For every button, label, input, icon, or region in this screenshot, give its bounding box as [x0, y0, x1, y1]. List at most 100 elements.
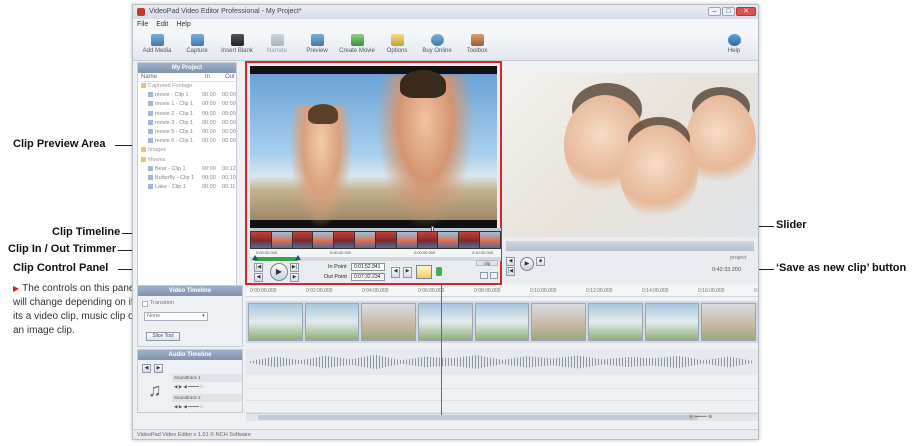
- in-point-field[interactable]: 0:01:52.841: [351, 263, 385, 271]
- clip-in-out-trimmer[interactable]: [250, 255, 501, 261]
- column-name[interactable]: Name: [141, 73, 205, 81]
- project-item-name-text: Bear - Clip 1: [155, 165, 186, 172]
- insert-blank-icon: [230, 34, 244, 46]
- clip-play-button[interactable]: ▶: [270, 263, 288, 281]
- zoom-in-icon[interactable]: [480, 272, 488, 279]
- timeline-clip[interactable]: [361, 303, 417, 341]
- timeline-clip[interactable]: [701, 303, 757, 341]
- clip-ruler-tick: 0:40:00.000: [472, 250, 494, 255]
- audio-prev-button[interactable]: ◀: [142, 364, 151, 373]
- column-out[interactable]: Out: [225, 73, 235, 81]
- video-track[interactable]: [246, 301, 758, 343]
- prev-frame-button[interactable]: ◀: [254, 273, 263, 282]
- timeline-scroll-thumb[interactable]: [258, 415, 698, 420]
- audio-next-button[interactable]: ▶: [154, 364, 163, 373]
- set-out-button[interactable]: ▶|: [290, 263, 299, 272]
- in-point-marker-icon[interactable]: [252, 255, 258, 260]
- minimize-button[interactable]: –: [708, 7, 721, 16]
- callout-note-text: The controls on this panel will change d…: [13, 283, 137, 336]
- project-item-name: movie 6 - Clip 1: [138, 137, 202, 146]
- timeline-clip[interactable]: [248, 303, 303, 341]
- transition-checkbox[interactable]: [142, 301, 148, 307]
- project-item-in: [202, 156, 222, 165]
- out-point-field[interactable]: 0:07:32.234: [351, 273, 385, 281]
- project-stop-button[interactable]: ■: [536, 257, 545, 266]
- project-prev-button[interactable]: ◀: [506, 257, 515, 266]
- timeline-clip[interactable]: [474, 303, 530, 341]
- clip-ruler-tick: 0:00:00.000: [330, 250, 352, 255]
- project-item-name: Movies: [138, 156, 202, 165]
- soundtrack-2-controls[interactable]: ◀ ▶ ◀ ━━━━ ○: [172, 403, 242, 411]
- clip-ruler: 0:00:00.000 0:00:00.000 0:00:00.000 0:40…: [250, 249, 501, 257]
- video-timeline-title: Video Timeline: [138, 286, 242, 296]
- help-label: Help: [727, 48, 741, 54]
- toolbox-button[interactable]: Toolbox: [457, 31, 497, 61]
- project-item-name-text: movie 2 - Clip 1: [155, 110, 194, 117]
- timeline-clip[interactable]: [418, 303, 473, 341]
- out-point-marker-icon[interactable]: [295, 255, 301, 260]
- soundtrack-1-controls[interactable]: ◀ ▶ ◀ ━━━━ ○: [172, 383, 242, 391]
- step-forward-button[interactable]: ▶: [403, 267, 412, 278]
- help-button[interactable]: Help: [714, 31, 754, 61]
- timeline-clip[interactable]: [531, 303, 587, 341]
- save-as-new-clip-button[interactable]: [416, 265, 432, 279]
- timeline-ruler-tick: 0:18:00.000: [754, 288, 759, 294]
- audio-track[interactable]: [246, 349, 758, 375]
- timeline-clip[interactable]: [644, 303, 700, 341]
- project-play-button[interactable]: ▶: [520, 257, 534, 271]
- project-tab-label[interactable]: project: [730, 255, 747, 261]
- capture-icon: [190, 34, 204, 46]
- soundtrack-1-label[interactable]: Soundtrack 1: [172, 374, 242, 382]
- step-back-button[interactable]: ◀: [391, 267, 400, 278]
- close-button[interactable]: ✕: [736, 7, 756, 16]
- project-clip[interactable]: movie 3 - Clip 1 00:00 00:00: [138, 119, 236, 128]
- add-media-button[interactable]: Add Media: [137, 31, 177, 61]
- project-clip[interactable]: movie 1 - Clip 1 00:00 00:00: [138, 100, 236, 109]
- clip-tab[interactable]: clip: [476, 260, 498, 266]
- capture-button[interactable]: Capture: [177, 31, 217, 61]
- project-folder[interactable]: Images: [138, 146, 236, 155]
- preview-button[interactable]: Preview: [297, 31, 337, 61]
- soundtrack-2-label[interactable]: Soundtrack 2: [172, 394, 242, 402]
- options-button[interactable]: Options: [377, 31, 417, 61]
- project-folder[interactable]: Movies: [138, 156, 236, 165]
- project-clip[interactable]: Butterfly - Clip 1 00:00 00:10: [138, 174, 236, 183]
- timeline-playhead[interactable]: [441, 285, 442, 415]
- menu-file[interactable]: File: [137, 19, 148, 31]
- next-frame-button[interactable]: ▶: [290, 273, 299, 282]
- folder-icon: [141, 156, 146, 162]
- project-clip[interactable]: Lake - Clip 1 00:00 00:11: [138, 183, 236, 192]
- audio-level-icon[interactable]: [436, 267, 442, 276]
- menu-edit[interactable]: Edit: [156, 19, 168, 31]
- clip-frame: [355, 232, 375, 248]
- project-clip[interactable]: movie 6 - Clip 1 00:00 00:00: [138, 137, 236, 146]
- project-folder[interactable]: Captured Footage: [138, 82, 236, 91]
- slice-tool-button[interactable]: Slice Tool: [146, 332, 180, 341]
- clip-frame: [375, 232, 396, 248]
- project-clip[interactable]: Bear - Clip 1 00:00 00:12: [138, 165, 236, 174]
- project-clip[interactable]: movie 5 - Clip 1 00:00 00:00: [138, 128, 236, 137]
- timeline-scrollbar[interactable]: [246, 413, 758, 421]
- set-in-button[interactable]: |◀: [254, 263, 263, 272]
- menu-help[interactable]: Help: [176, 19, 190, 31]
- timeline-ruler[interactable]: 0:00:00.000 0:02:00.000 0:04:00.000 0:06:00…: [246, 285, 758, 297]
- maximize-button[interactable]: □: [722, 7, 735, 16]
- create-movie-button[interactable]: Create Movie: [337, 31, 377, 61]
- empty-audio-tracks[interactable]: [246, 377, 758, 413]
- timeline-clip[interactable]: [304, 303, 360, 341]
- project-item-name: Bear - Clip 1: [138, 165, 202, 174]
- timeline-ruler-tick: 0:14:00.000: [642, 288, 669, 294]
- buy-online-button[interactable]: Buy Online: [417, 31, 457, 61]
- project-item-in: 00:00: [202, 184, 216, 191]
- zoom-out-icon[interactable]: [490, 272, 498, 279]
- project-clip[interactable]: movie 2 - Clip 1 00:00 00:00: [138, 110, 236, 119]
- clip-icon: [148, 119, 153, 125]
- project-clip[interactable]: movie - Clip 1 00:00 00:00: [138, 91, 236, 100]
- timeline-zoom-control[interactable]: ⊖ ━━━━ ⊕: [689, 414, 749, 420]
- insert-blank-button[interactable]: Insert Blank: [217, 31, 257, 61]
- narrate-button[interactable]: Narrate: [257, 31, 297, 61]
- project-next-button[interactable]: |◀: [506, 267, 515, 276]
- timeline-clip[interactable]: [588, 303, 643, 341]
- clip-timeline[interactable]: [250, 231, 501, 249]
- column-in[interactable]: In: [205, 73, 225, 81]
